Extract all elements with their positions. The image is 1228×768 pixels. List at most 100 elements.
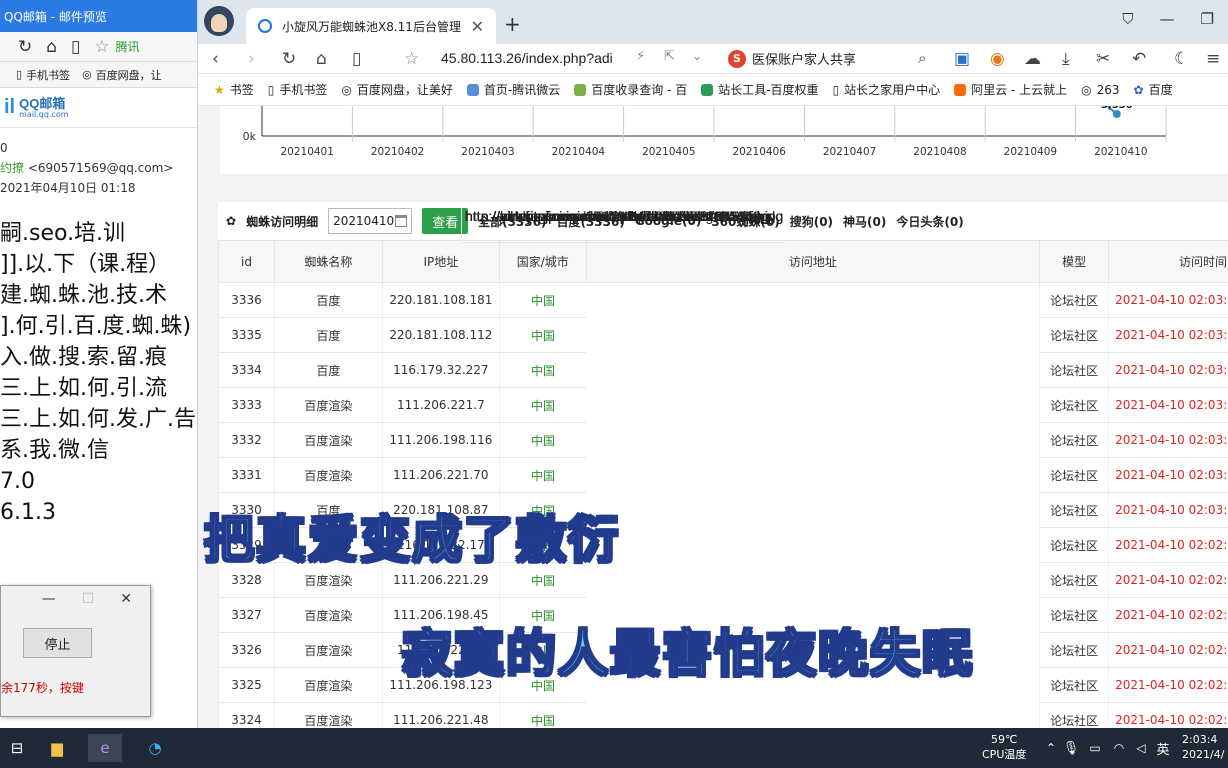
stat-toutiao[interactable]: 今日头条(0) — [896, 213, 963, 230]
col-header-id[interactable]: id — [218, 240, 275, 283]
share-icon[interactable]: ⇱ — [664, 49, 675, 64]
scissors-icon[interactable]: ✂ — [1096, 49, 1110, 69]
cell-id: 3326 — [218, 632, 275, 668]
cell-url[interactable]: http://m.tejicainiao.com/uploads/images/… — [461, 208, 776, 243]
bookmark-item[interactable]: ◎ 263 — [1081, 83, 1119, 97]
tab-close-icon[interactable]: ✕ — [471, 17, 484, 36]
reader-icon[interactable]: ▯ — [352, 49, 361, 69]
cell-spider: 百度渲染 — [273, 422, 383, 458]
data-point[interactable] — [1112, 110, 1121, 118]
cell-country: 中国 — [498, 422, 587, 458]
cell-time: 2021-04-10 02:02: — [1108, 527, 1228, 563]
home-icon[interactable]: ⌂ — [316, 49, 327, 69]
chevron-down-icon[interactable]: ⌄ — [692, 49, 702, 63]
cell-id: 3336 — [218, 282, 275, 318]
address-bar[interactable]: 45.80.113.26/index.php?adi — [441, 50, 613, 66]
table-row[interactable]: 3335 百度 220.181.108.112 中国 http://yehongbo.c… — [218, 208, 1228, 353]
mail-bookmark-1[interactable]: 百度网盘，让 — [96, 67, 162, 83]
restore-icon[interactable]: ❐ — [1201, 10, 1214, 28]
browser-task-icon[interactable]: ◔ — [138, 734, 172, 762]
search-icon[interactable]: ⌕ — [918, 49, 926, 67]
table-header-row: id 蜘蛛名称 IP地址 国家/城市 访问地址 模型 访问时间 — [218, 240, 1228, 283]
table-row[interactable]: 3336 百度 220.181.108.181 中国 http://www.tejica… — [218, 208, 1228, 318]
shirt-icon[interactable]: ⛉ — [1122, 10, 1133, 28]
star-icon[interactable]: ☆ — [404, 49, 419, 69]
body-line: ].何.引.百.度.蜘.蛛) — [0, 314, 192, 339]
table-row[interactable]: 3324 百度渲染 111.206.221.48 中国 http://m.tejicai… — [218, 208, 1228, 728]
col-header-ip[interactable]: IP地址 — [381, 240, 500, 283]
cell-ip: 111.206.198.116 — [381, 422, 500, 458]
bookmark-item[interactable]: 站长工具-百度权重 — [701, 81, 819, 98]
profile-avatar[interactable] — [204, 6, 234, 36]
mail-bookmark-0[interactable]: 手机书签 — [26, 67, 70, 83]
maximize-icon[interactable]: ☐ — [82, 591, 95, 607]
nav-green-label[interactable]: 腾讯 — [116, 38, 140, 55]
table-row[interactable]: 3334 百度 116.179.32.227 中国 http://hushensong.… — [218, 208, 1228, 388]
bookmark-icon: ▯ — [16, 68, 23, 81]
bookmark-item[interactable]: ▯ 手机书签 — [268, 81, 328, 98]
col-header-model[interactable]: 模型 — [1039, 240, 1110, 283]
bookmark-item[interactable]: 阿里云 - 上云就上 — [954, 81, 1067, 98]
stop-button[interactable]: 停止 — [23, 628, 92, 658]
reader-icon[interactable]: ▯ — [71, 37, 80, 57]
moon-icon[interactable]: ☾ — [1174, 49, 1189, 69]
spider-chart-card: 0k 20210401 20210402 20210403 20210404 202104… — [220, 106, 1228, 174]
table-row[interactable]: 3332 百度渲染 111.206.198.116 中国 http://xihehexp… — [218, 208, 1228, 458]
minimize-icon[interactable]: — — [1160, 10, 1175, 28]
x-tick-label: 20210410 — [1094, 146, 1147, 158]
minimize-icon[interactable]: — — [42, 591, 56, 607]
col-header-time[interactable]: 访问时间 — [1108, 240, 1228, 283]
ide-icon[interactable]: e — [88, 734, 122, 762]
home-icon[interactable]: ⌂ — [46, 37, 57, 57]
weather-icon[interactable]: ☁ — [1024, 49, 1041, 69]
col-header-country[interactable]: 国家/城市 — [498, 240, 587, 283]
cell-time: 2021-04-10 02:02: — [1108, 597, 1228, 633]
stat-sogou[interactable]: 搜狗(0) — [790, 213, 833, 230]
refresh-icon[interactable]: ↻ — [282, 49, 296, 69]
bookmark-item[interactable]: ✿ 百度 — [1134, 81, 1173, 98]
col-header-url[interactable]: 访问地址 — [585, 240, 1041, 283]
lightning-icon[interactable]: ⚡ — [636, 49, 645, 64]
mail-meta: 0 约撩 <690571569@qq.com> 2021年04月10日 01:1… — [0, 128, 197, 198]
undo-icon[interactable]: ↶ — [1132, 49, 1146, 69]
back-icon[interactable]: ‹ — [212, 49, 219, 69]
col-header-spider[interactable]: 蜘蛛名称 — [273, 240, 383, 283]
download-icon[interactable]: ⤓ — [1062, 49, 1070, 69]
game-icon[interactable]: ◉ — [990, 49, 1005, 69]
sender-name[interactable]: 约撩 — [0, 161, 24, 175]
cell-ip: 220.181.108.181 — [381, 282, 500, 318]
paw-icon: ✿ — [1133, 82, 1144, 97]
new-tab-icon[interactable]: + — [504, 12, 521, 36]
active-tab[interactable]: 小旋风万能蜘蛛池X8.11后台管理 ✕ — [246, 8, 496, 44]
table-row[interactable]: 3333 百度渲染 111.206.221.7 中国 http://xihehexp.c… — [218, 208, 1228, 423]
bookmark-item[interactable]: ★ 书签 — [214, 81, 254, 98]
extension-icon[interactable]: ▣ — [954, 49, 970, 69]
date-input[interactable]: 20210410 — [328, 208, 413, 234]
search-text: 医保账户家人共享 — [752, 53, 857, 68]
forward-icon[interactable]: › — [248, 49, 255, 69]
menu-icon[interactable]: ≡ — [1206, 49, 1220, 69]
table-row[interactable]: 3331 百度渲染 111.206.221.70 中国 http://xihehexp.… — [218, 208, 1228, 493]
bookmark-item[interactable]: 首页-腾讯微云 — [466, 81, 560, 98]
bookmark-item[interactable]: ◎ 百度网盘，让美好 — [341, 81, 453, 98]
calendar-icon[interactable] — [395, 215, 408, 227]
clock[interactable]: 2:03:4 2021/4/ — [1182, 732, 1224, 762]
bookmarks-bar: ★ 书签 ▯ 手机书签 ◎ 百度网盘，让美好 首页-腾讯微云 百度收录查询 - 百 站… — [198, 74, 1228, 106]
task-view-icon[interactable]: ⊟ — [0, 734, 34, 762]
refresh-icon[interactable]: ↻ — [18, 37, 32, 57]
bookmark-item[interactable]: 百度收录查询 - 百 — [574, 81, 687, 98]
cell-ip: 111.206.221.7 — [381, 387, 500, 423]
gear-icon: ✿ — [226, 214, 237, 228]
body-line: 三.上.如.何.引.流 — [0, 376, 167, 401]
cpu-temp[interactable]: 59℃ CPU温度 — [982, 732, 1026, 762]
star-icon[interactable]: ☆ — [94, 37, 109, 57]
ime-indicator[interactable]: 英 — [1146, 734, 1180, 762]
bookmark-star-icon: ★ — [214, 82, 225, 97]
bookmark-item[interactable]: ▯ 站长之家用户中心 — [833, 81, 941, 98]
search-box[interactable]: S 医保账户家人共享 — [728, 49, 856, 68]
filter-title: 蜘蛛访问明细 — [246, 214, 319, 229]
file-explorer-icon[interactable]: ▆ — [40, 734, 74, 762]
stat-shenma[interactable]: 神马(0) — [843, 213, 886, 230]
close-icon[interactable]: ✕ — [120, 591, 132, 607]
cell-time: 2021-04-10 02:03: — [1108, 282, 1228, 318]
